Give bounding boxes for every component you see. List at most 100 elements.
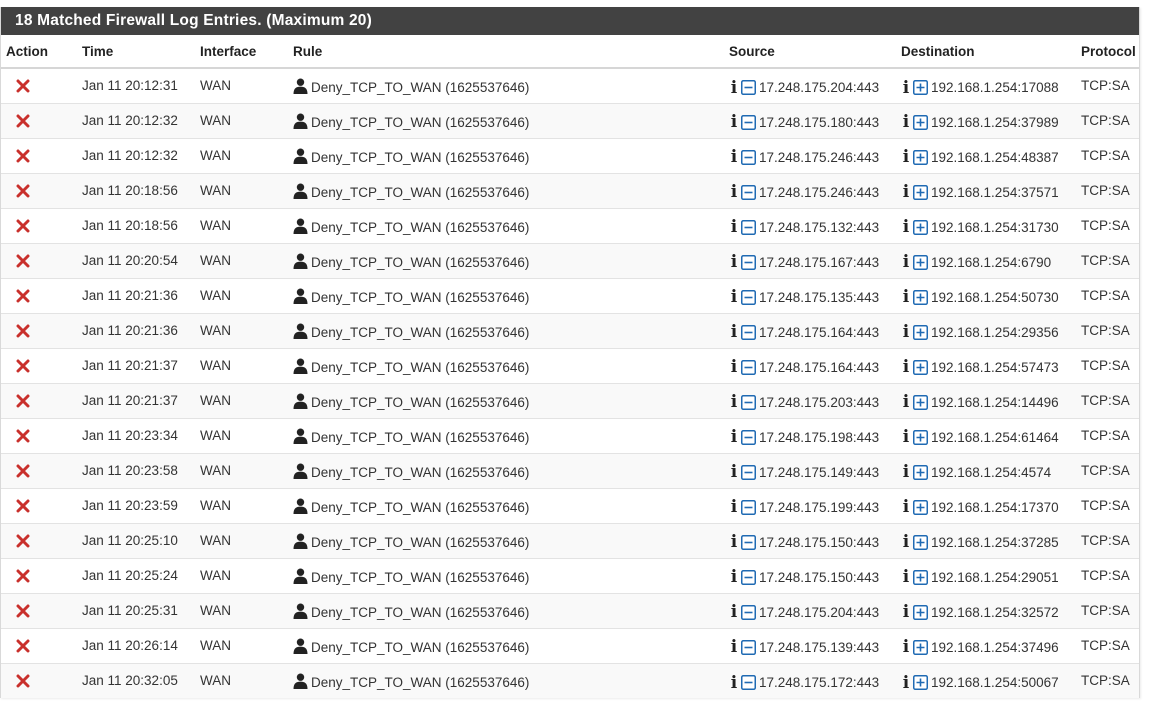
block-x-icon[interactable] xyxy=(16,534,30,548)
destination-address[interactable]: 192.168.1.254:48387 xyxy=(931,150,1059,165)
plus-square-icon[interactable] xyxy=(913,80,928,95)
source-address[interactable]: 17.248.175.246:443 xyxy=(759,150,879,165)
rule-link[interactable]: Deny_TCP_TO_WAN (1625537646) xyxy=(293,288,529,307)
destination-info-icon[interactable]: i xyxy=(901,324,911,341)
source-address[interactable]: 17.248.175.164:443 xyxy=(759,360,879,375)
rule-link[interactable]: Deny_TCP_TO_WAN (1625537646) xyxy=(293,603,529,622)
source-address[interactable]: 17.248.175.204:443 xyxy=(759,80,879,95)
minus-square-icon[interactable] xyxy=(741,219,756,235)
destination-address[interactable]: 192.168.1.254:32572 xyxy=(931,605,1059,620)
destination-address[interactable]: 192.168.1.254:29356 xyxy=(931,325,1059,340)
source-address[interactable]: 17.248.175.204:443 xyxy=(759,605,879,620)
source-info-icon[interactable]: i xyxy=(729,114,739,131)
source-info-icon[interactable]: i xyxy=(729,149,739,166)
destination-address[interactable]: 192.168.1.254:6790 xyxy=(931,255,1051,270)
plus-square-icon[interactable] xyxy=(913,149,928,165)
rule-link[interactable]: Deny_TCP_TO_WAN (1625537646) xyxy=(293,533,529,552)
block-x-icon[interactable] xyxy=(16,674,30,688)
rule-link[interactable]: Deny_TCP_TO_WAN (1625537646) xyxy=(293,428,529,447)
source-info-icon[interactable]: i xyxy=(729,184,739,201)
destination-address[interactable]: 192.168.1.254:50730 xyxy=(931,290,1059,305)
rule-link[interactable]: Deny_TCP_TO_WAN (1625537646) xyxy=(293,113,529,132)
plus-square-icon[interactable] xyxy=(913,639,928,655)
destination-info-icon[interactable]: i xyxy=(901,219,911,236)
rule-link[interactable]: Deny_TCP_TO_WAN (1625537646) xyxy=(293,183,529,202)
minus-square-icon[interactable] xyxy=(741,639,756,655)
destination-address[interactable]: 192.168.1.254:31730 xyxy=(931,220,1059,235)
destination-info-icon[interactable]: i xyxy=(901,289,911,306)
rule-link[interactable]: Deny_TCP_TO_WAN (1625537646) xyxy=(293,393,529,412)
source-address[interactable]: 17.248.175.149:443 xyxy=(759,465,879,480)
minus-square-icon[interactable] xyxy=(741,254,756,270)
source-address[interactable]: 17.248.175.172:443 xyxy=(759,675,879,690)
minus-square-icon[interactable] xyxy=(741,324,756,340)
source-info-icon[interactable]: i xyxy=(729,499,739,516)
destination-info-icon[interactable]: i xyxy=(901,149,911,166)
destination-address[interactable]: 192.168.1.254:61464 xyxy=(931,430,1059,445)
plus-square-icon[interactable] xyxy=(913,359,928,375)
plus-square-icon[interactable] xyxy=(913,394,928,410)
minus-square-icon[interactable] xyxy=(741,464,756,480)
block-x-icon[interactable] xyxy=(16,324,30,338)
source-address[interactable]: 17.248.175.132:443 xyxy=(759,220,879,235)
block-x-icon[interactable] xyxy=(16,604,30,618)
destination-info-icon[interactable]: i xyxy=(901,79,911,96)
destination-info-icon[interactable]: i xyxy=(901,534,911,551)
minus-square-icon[interactable] xyxy=(741,499,756,515)
rule-link[interactable]: Deny_TCP_TO_WAN (1625537646) xyxy=(293,253,529,272)
destination-info-icon[interactable]: i xyxy=(901,394,911,411)
plus-square-icon[interactable] xyxy=(913,534,928,550)
source-info-icon[interactable]: i xyxy=(729,254,739,271)
destination-address[interactable]: 192.168.1.254:17088 xyxy=(931,80,1059,95)
plus-square-icon[interactable] xyxy=(913,219,928,235)
source-address[interactable]: 17.248.175.180:443 xyxy=(759,115,879,130)
rule-link[interactable]: Deny_TCP_TO_WAN (1625537646) xyxy=(293,78,529,97)
block-x-icon[interactable] xyxy=(16,79,30,93)
plus-square-icon[interactable] xyxy=(913,324,928,340)
plus-square-icon[interactable] xyxy=(913,675,928,690)
block-x-icon[interactable] xyxy=(16,114,30,128)
minus-square-icon[interactable] xyxy=(741,569,756,585)
rule-link[interactable]: Deny_TCP_TO_WAN (1625537646) xyxy=(293,568,529,587)
rule-link[interactable]: Deny_TCP_TO_WAN (1625537646) xyxy=(293,148,529,167)
source-info-icon[interactable]: i xyxy=(729,429,739,446)
block-x-icon[interactable] xyxy=(16,569,30,583)
block-x-icon[interactable] xyxy=(16,289,30,303)
block-x-icon[interactable] xyxy=(16,464,30,478)
source-info-icon[interactable]: i xyxy=(729,534,739,551)
block-x-icon[interactable] xyxy=(16,499,30,513)
block-x-icon[interactable] xyxy=(16,184,30,198)
destination-address[interactable]: 192.168.1.254:4574 xyxy=(931,465,1051,480)
source-info-icon[interactable]: i xyxy=(729,219,739,236)
destination-info-icon[interactable]: i xyxy=(901,254,911,271)
minus-square-icon[interactable] xyxy=(741,114,756,130)
source-info-icon[interactable]: i xyxy=(729,604,739,621)
plus-square-icon[interactable] xyxy=(913,429,928,445)
plus-square-icon[interactable] xyxy=(913,464,928,480)
destination-address[interactable]: 192.168.1.254:57473 xyxy=(931,360,1059,375)
source-address[interactable]: 17.248.175.198:443 xyxy=(759,430,879,445)
destination-address[interactable]: 192.168.1.254:37285 xyxy=(931,535,1059,550)
destination-address[interactable]: 192.168.1.254:37496 xyxy=(931,640,1059,655)
destination-info-icon[interactable]: i xyxy=(901,604,911,621)
block-x-icon[interactable] xyxy=(16,149,30,163)
plus-square-icon[interactable] xyxy=(913,114,928,130)
destination-address[interactable]: 192.168.1.254:50067 xyxy=(931,675,1059,690)
minus-square-icon[interactable] xyxy=(741,359,756,375)
destination-info-icon[interactable]: i xyxy=(901,464,911,481)
rule-link[interactable]: Deny_TCP_TO_WAN (1625537646) xyxy=(293,463,529,482)
block-x-icon[interactable] xyxy=(16,359,30,373)
minus-square-icon[interactable] xyxy=(741,289,756,305)
destination-info-icon[interactable]: i xyxy=(901,674,911,691)
block-x-icon[interactable] xyxy=(16,219,30,233)
minus-square-icon[interactable] xyxy=(741,429,756,445)
source-info-icon[interactable]: i xyxy=(729,79,739,96)
source-info-icon[interactable]: i xyxy=(729,464,739,481)
plus-square-icon[interactable] xyxy=(913,184,928,200)
destination-info-icon[interactable]: i xyxy=(901,359,911,376)
source-address[interactable]: 17.248.175.199:443 xyxy=(759,500,879,515)
source-info-icon[interactable]: i xyxy=(729,324,739,341)
source-info-icon[interactable]: i xyxy=(729,639,739,656)
minus-square-icon[interactable] xyxy=(741,534,756,550)
destination-address[interactable]: 192.168.1.254:37989 xyxy=(931,115,1059,130)
